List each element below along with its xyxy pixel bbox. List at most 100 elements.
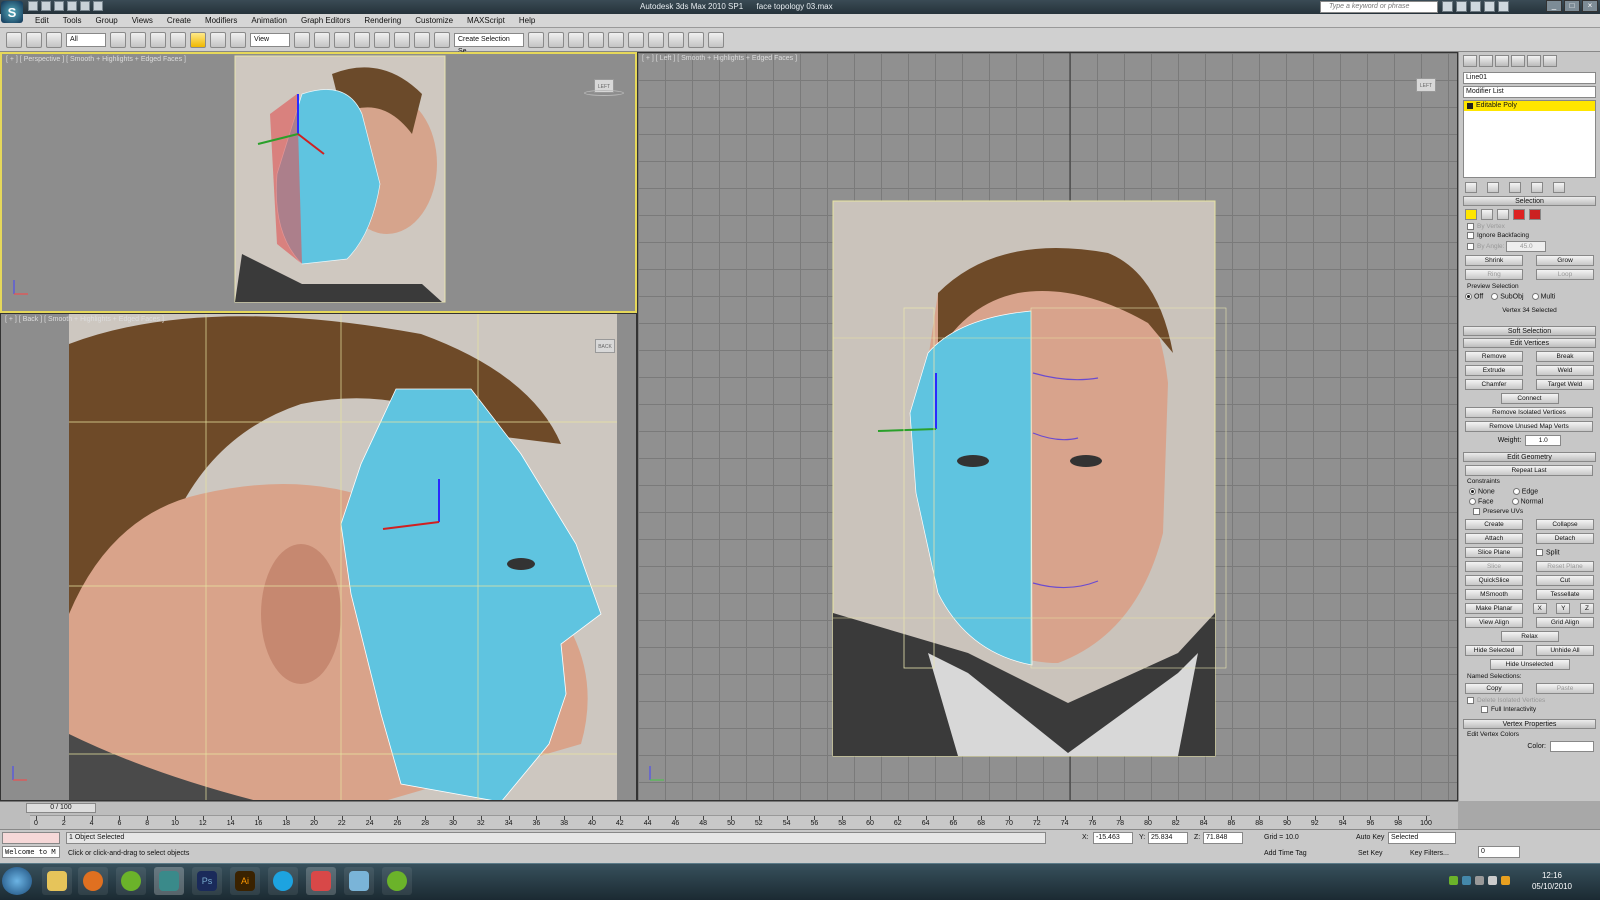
cut-button[interactable]: Cut	[1536, 574, 1594, 586]
keyboard-shortcut-override-icon[interactable]	[334, 31, 350, 48]
display-tab-icon[interactable]	[1527, 55, 1541, 67]
move-icon[interactable]	[190, 31, 206, 48]
hide-selected-button[interactable]: Hide Selected	[1465, 644, 1523, 656]
viewcube-face[interactable]: LEFT	[1416, 78, 1436, 92]
minimize-button[interactable]: _	[1546, 0, 1562, 12]
menu-maxscript[interactable]: MAXScript	[460, 14, 512, 27]
configure-sets-icon[interactable]	[1553, 181, 1565, 193]
taskbar-explorer[interactable]	[42, 867, 72, 895]
rectangular-region-icon[interactable]	[150, 31, 166, 48]
track-bar[interactable]: 0 2 4 6 8 10 12 14 16 18 20 22 24 26 28 30 32 34 36 38 40 42 4…	[30, 815, 1432, 829]
remove-modifier-icon[interactable]	[1531, 181, 1543, 193]
loop-button[interactable]: Loop	[1536, 269, 1594, 281]
reset-plane-button[interactable]: Reset Plane	[1536, 560, 1594, 572]
selection-filter-dropdown[interactable]: All	[66, 32, 106, 47]
constraint-edge-radio[interactable]: Edge	[1512, 487, 1538, 495]
by-angle-value[interactable]: 45.0	[1506, 241, 1547, 253]
maxscript-listener-field[interactable]: Welcome to M	[2, 846, 60, 858]
remove-unused-map-verts-button[interactable]: Remove Unused Map Verts	[1465, 420, 1593, 432]
bind-space-warp-icon[interactable]	[46, 31, 62, 48]
viewcube[interactable]: LEFT	[1412, 78, 1440, 102]
selection-rollout[interactable]: Selection	[1463, 196, 1596, 206]
viewport-label[interactable]: [ + ] [ Left ] [ Smooth + Highlights + E…	[642, 55, 797, 62]
viewport-back[interactable]: [ + ] [ Back ] [ Smooth + Highlights + E…	[0, 313, 637, 801]
repeat-last-button[interactable]: Repeat Last	[1465, 464, 1593, 476]
delete-isolated-checkbox[interactable]: Delete Isolated Vertices	[1467, 696, 1592, 704]
viewport-label[interactable]: [ + ] [ Perspective ] [ Smooth + Highlig…	[6, 56, 186, 63]
edit-vertices-rollout[interactable]: Edit Vertices	[1463, 337, 1596, 348]
taskbar-skype[interactable]	[268, 867, 298, 895]
reference-coordinate-dropdown[interactable]: View	[250, 32, 290, 47]
menu-modifiers[interactable]: Modifiers	[198, 14, 244, 27]
edit-geometry-rollout[interactable]: Edit Geometry	[1463, 451, 1596, 462]
search-input[interactable]: Type a keyword or phrase	[1320, 1, 1438, 13]
maximize-button[interactable]: □	[1564, 0, 1580, 12]
select-and-manipulate-icon[interactable]	[314, 31, 330, 48]
edge-level-icon[interactable]	[1481, 209, 1493, 220]
menu-edit[interactable]: Edit	[28, 14, 56, 27]
x-coordinate-field[interactable]: -15.463	[1093, 832, 1133, 844]
render-setup-icon[interactable]	[668, 31, 684, 48]
planar-y-button[interactable]: Y	[1556, 602, 1571, 614]
select-by-name-icon[interactable]	[130, 31, 146, 48]
set-key-button[interactable]: Set Key	[1358, 850, 1383, 857]
taskbar-spotify-2[interactable]	[382, 867, 412, 895]
taskbar-remote-desktop[interactable]	[344, 867, 374, 895]
tessellate-button[interactable]: Tessellate	[1536, 588, 1594, 600]
material-editor-icon[interactable]	[648, 31, 664, 48]
preserve-uvs-checkbox[interactable]: Preserve UVs	[1473, 508, 1592, 516]
utilities-tab-icon[interactable]	[1543, 55, 1557, 67]
menu-graph-editors[interactable]: Graph Editors	[294, 14, 357, 27]
planar-x-button[interactable]: X	[1532, 602, 1547, 614]
polygon-level-icon[interactable]	[1513, 209, 1525, 220]
msmooth-button[interactable]: MSmooth	[1465, 588, 1523, 600]
redo-icon[interactable]	[80, 1, 90, 11]
detach-button[interactable]: Detach	[1536, 532, 1594, 544]
add-time-tag[interactable]: Add Time Tag	[1264, 850, 1307, 857]
angle-snap-icon[interactable]	[374, 31, 390, 48]
key-filters-button[interactable]: Key Filters...	[1410, 850, 1449, 857]
grow-button[interactable]: Grow	[1536, 255, 1594, 267]
clock[interactable]: 12:16 05/10/2010	[1532, 870, 1572, 892]
menu-animation[interactable]: Animation	[244, 14, 294, 27]
save-icon[interactable]	[54, 1, 64, 11]
viewport-label[interactable]: [ + ] [ Back ] [ Smooth + Highlights + E…	[5, 316, 164, 323]
stack-item-editable-poly[interactable]: Editable Poly	[1464, 101, 1595, 111]
bluetooth-icon[interactable]	[1462, 876, 1471, 885]
key-mode-dropdown[interactable]: Selected	[1388, 832, 1456, 844]
split-checkbox[interactable]: Split	[1536, 548, 1594, 556]
weight-field[interactable]: 1.0	[1525, 434, 1562, 446]
viewcube[interactable]: LEFT	[584, 79, 624, 103]
menu-group[interactable]: Group	[88, 14, 124, 27]
pivot-center-icon[interactable]	[294, 31, 310, 48]
border-level-icon[interactable]	[1497, 209, 1509, 220]
binoculars-icon[interactable]	[1442, 1, 1453, 12]
taskbar-photoshop[interactable]: Ps	[192, 867, 222, 895]
new-icon[interactable]	[28, 1, 38, 11]
remove-button[interactable]: Remove	[1465, 350, 1523, 362]
auto-key-button[interactable]: Auto Key	[1356, 834, 1384, 841]
help-icon[interactable]	[1498, 1, 1509, 12]
full-interactivity-checkbox[interactable]: Full Interactivity	[1481, 705, 1592, 713]
vertex-level-icon[interactable]	[1465, 209, 1477, 220]
hierarchy-tab-icon[interactable]	[1495, 55, 1509, 67]
taskbar-3dsmax[interactable]	[154, 867, 184, 895]
taskbar-illustrator[interactable]: Ai	[230, 867, 260, 895]
by-angle-checkbox[interactable]: By Angle: 45.0	[1467, 241, 1592, 253]
z-coordinate-field[interactable]: 71.848	[1203, 832, 1243, 844]
rotate-icon[interactable]	[210, 31, 226, 48]
slice-plane-button[interactable]: Slice Plane	[1465, 546, 1523, 558]
unlink-icon[interactable]	[26, 31, 42, 48]
constraint-normal-radio[interactable]: Normal	[1511, 498, 1543, 505]
y-coordinate-field[interactable]: 25.834	[1148, 832, 1188, 844]
constraint-none-radio[interactable]: None	[1469, 487, 1495, 495]
window-crossing-icon[interactable]	[170, 31, 186, 48]
weld-button[interactable]: Weld	[1536, 364, 1594, 376]
favorites-icon[interactable]	[1484, 1, 1495, 12]
show-end-result-icon[interactable]	[1487, 181, 1499, 193]
grid-align-button[interactable]: Grid Align	[1536, 616, 1594, 628]
mirror-icon[interactable]	[528, 31, 544, 48]
motion-tab-icon[interactable]	[1511, 55, 1525, 67]
link-icon[interactable]	[6, 31, 22, 48]
extrude-button[interactable]: Extrude	[1465, 364, 1523, 376]
